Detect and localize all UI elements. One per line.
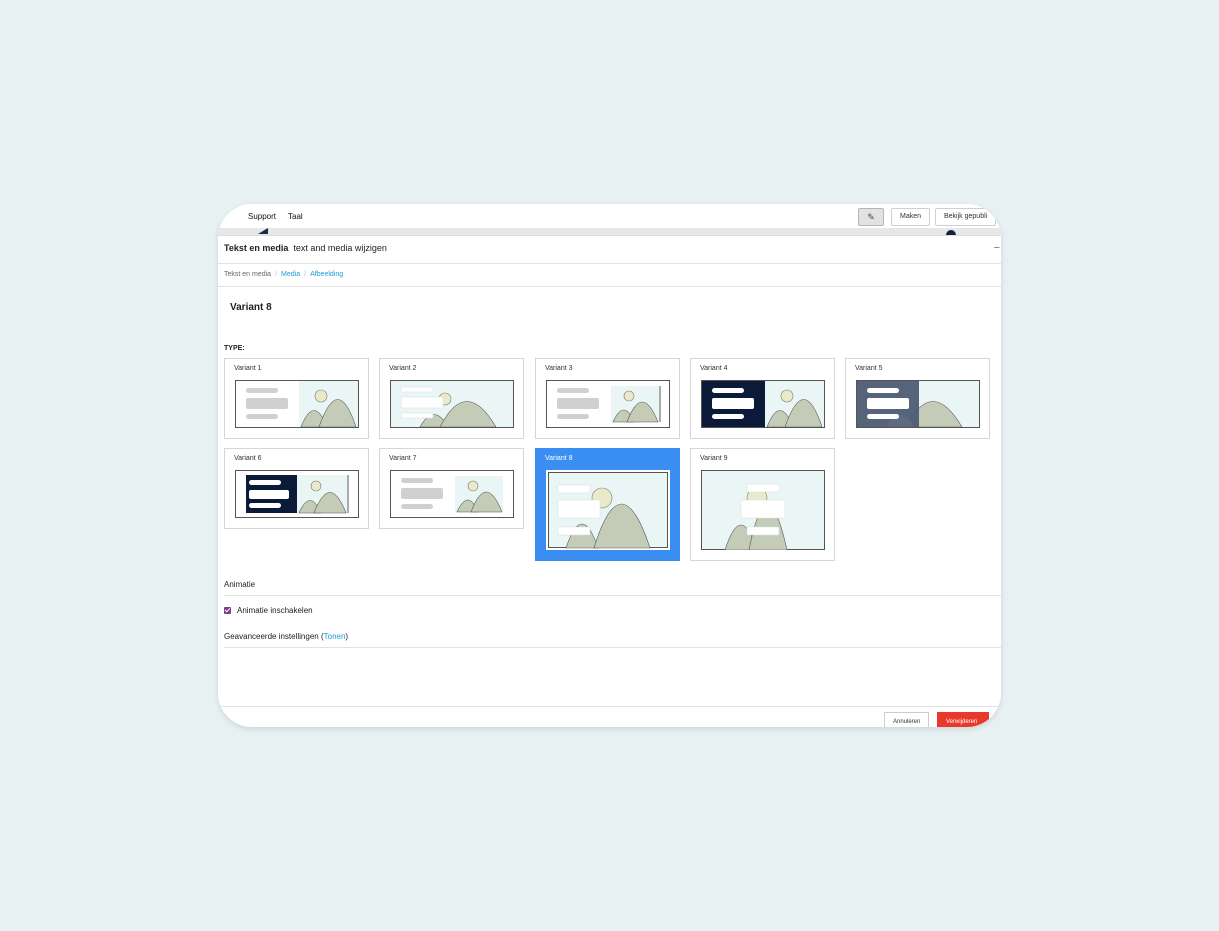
maken-button[interactable]: Maken — [891, 208, 931, 226]
variant-card-7[interactable]: Variant 7 — [379, 448, 524, 529]
pencil-icon: ✎ — [867, 212, 875, 222]
variant-label: Variant 1 — [234, 365, 262, 372]
variant-card-8[interactable]: Variant 8 — [535, 448, 680, 561]
variant-7-preview-icon — [390, 470, 514, 518]
variant-6-preview-icon — [235, 470, 359, 518]
close-icon[interactable]: – — [994, 242, 1000, 253]
variant-label: Variant 7 — [389, 455, 417, 462]
dialog-title: Tekst en media — [224, 243, 289, 253]
divider — [224, 647, 1001, 648]
logo-triangle-icon — [258, 228, 268, 234]
nav-item-partial[interactable]: a — [218, 212, 222, 221]
variant-card-2[interactable]: Variant 2 — [379, 358, 524, 439]
variant-label: Variant 8 — [545, 455, 573, 462]
delete-button[interactable]: Verwijderen — [937, 712, 989, 727]
variant-card-5[interactable]: Variant 5 — [845, 358, 990, 439]
divider — [218, 286, 1001, 287]
variant-label: Variant 5 — [855, 365, 883, 372]
variant-card-4[interactable]: Variant 4 — [690, 358, 835, 439]
variant-card-1[interactable]: Variant 1 — [224, 358, 369, 439]
variant-label: Variant 6 — [234, 455, 262, 462]
advanced-settings-close: ) — [345, 632, 349, 641]
animation-heading: Animatie — [224, 580, 256, 589]
advanced-settings: Geavanceerde instellingen (Tonen) — [224, 632, 348, 641]
page-title: Variant 8 — [230, 302, 272, 313]
app-window: a Support Taal ✎ Maken Bekijk gepubli Te… — [218, 204, 1001, 727]
edit-button[interactable]: ✎ — [858, 208, 884, 226]
animation-checkbox-label[interactable]: Animatie inschakelen — [237, 606, 313, 615]
variant-4-preview-icon — [701, 380, 825, 428]
divider — [224, 595, 1001, 596]
variant-label: Variant 9 — [700, 455, 728, 462]
advanced-settings-label: Geavanceerde instellingen ( — [224, 632, 324, 641]
breadcrumb-item-afbeelding[interactable]: Afbeelding — [310, 271, 343, 278]
breadcrumb: Tekst en media / Media / Afbeelding — [224, 271, 343, 278]
variant-9-preview-icon — [701, 470, 825, 550]
breadcrumb-item-media[interactable]: Media — [281, 271, 300, 278]
breadcrumb-separator: / — [304, 271, 307, 278]
bekijk-gepubliceerd-button[interactable]: Bekijk gepubli — [935, 208, 997, 226]
variant-card-3[interactable]: Variant 3 — [535, 358, 680, 439]
variant-label: Variant 4 — [700, 365, 728, 372]
dialog-header: Tekst en media text and media wijzigen — [224, 243, 387, 253]
variant-label: Variant 3 — [545, 365, 573, 372]
breadcrumb-item-tekst-en-media[interactable]: Tekst en media — [224, 271, 271, 278]
variant-card-6[interactable]: Variant 6 — [224, 448, 369, 529]
type-label: TYPE: — [224, 345, 245, 352]
variant-1-preview-icon — [235, 380, 359, 428]
dialog-subtitle: text and media wijzigen — [293, 243, 387, 253]
nav-item-support[interactable]: Support — [248, 212, 276, 221]
variant-card-9[interactable]: Variant 9 — [690, 448, 835, 561]
edit-dialog: Tekst en media text and media wijzigen –… — [218, 235, 1001, 727]
variant-label: Variant 2 — [389, 365, 417, 372]
nav-item-taal[interactable]: Taal — [288, 212, 303, 221]
show-advanced-link[interactable]: Tonen — [324, 632, 346, 641]
top-navigation-bar: a Support Taal ✎ Maken Bekijk gepubli — [218, 204, 1001, 231]
divider — [218, 263, 1001, 264]
animation-checkbox[interactable] — [224, 607, 231, 614]
variant-5-preview-icon — [856, 380, 980, 428]
variant-8-preview-icon — [546, 470, 670, 550]
breadcrumb-separator: / — [275, 271, 278, 278]
footer-divider — [218, 706, 1001, 707]
variant-2-preview-icon — [390, 380, 514, 428]
variant-3-preview-icon — [546, 380, 670, 428]
cancel-button[interactable]: Annuleren — [884, 712, 930, 727]
